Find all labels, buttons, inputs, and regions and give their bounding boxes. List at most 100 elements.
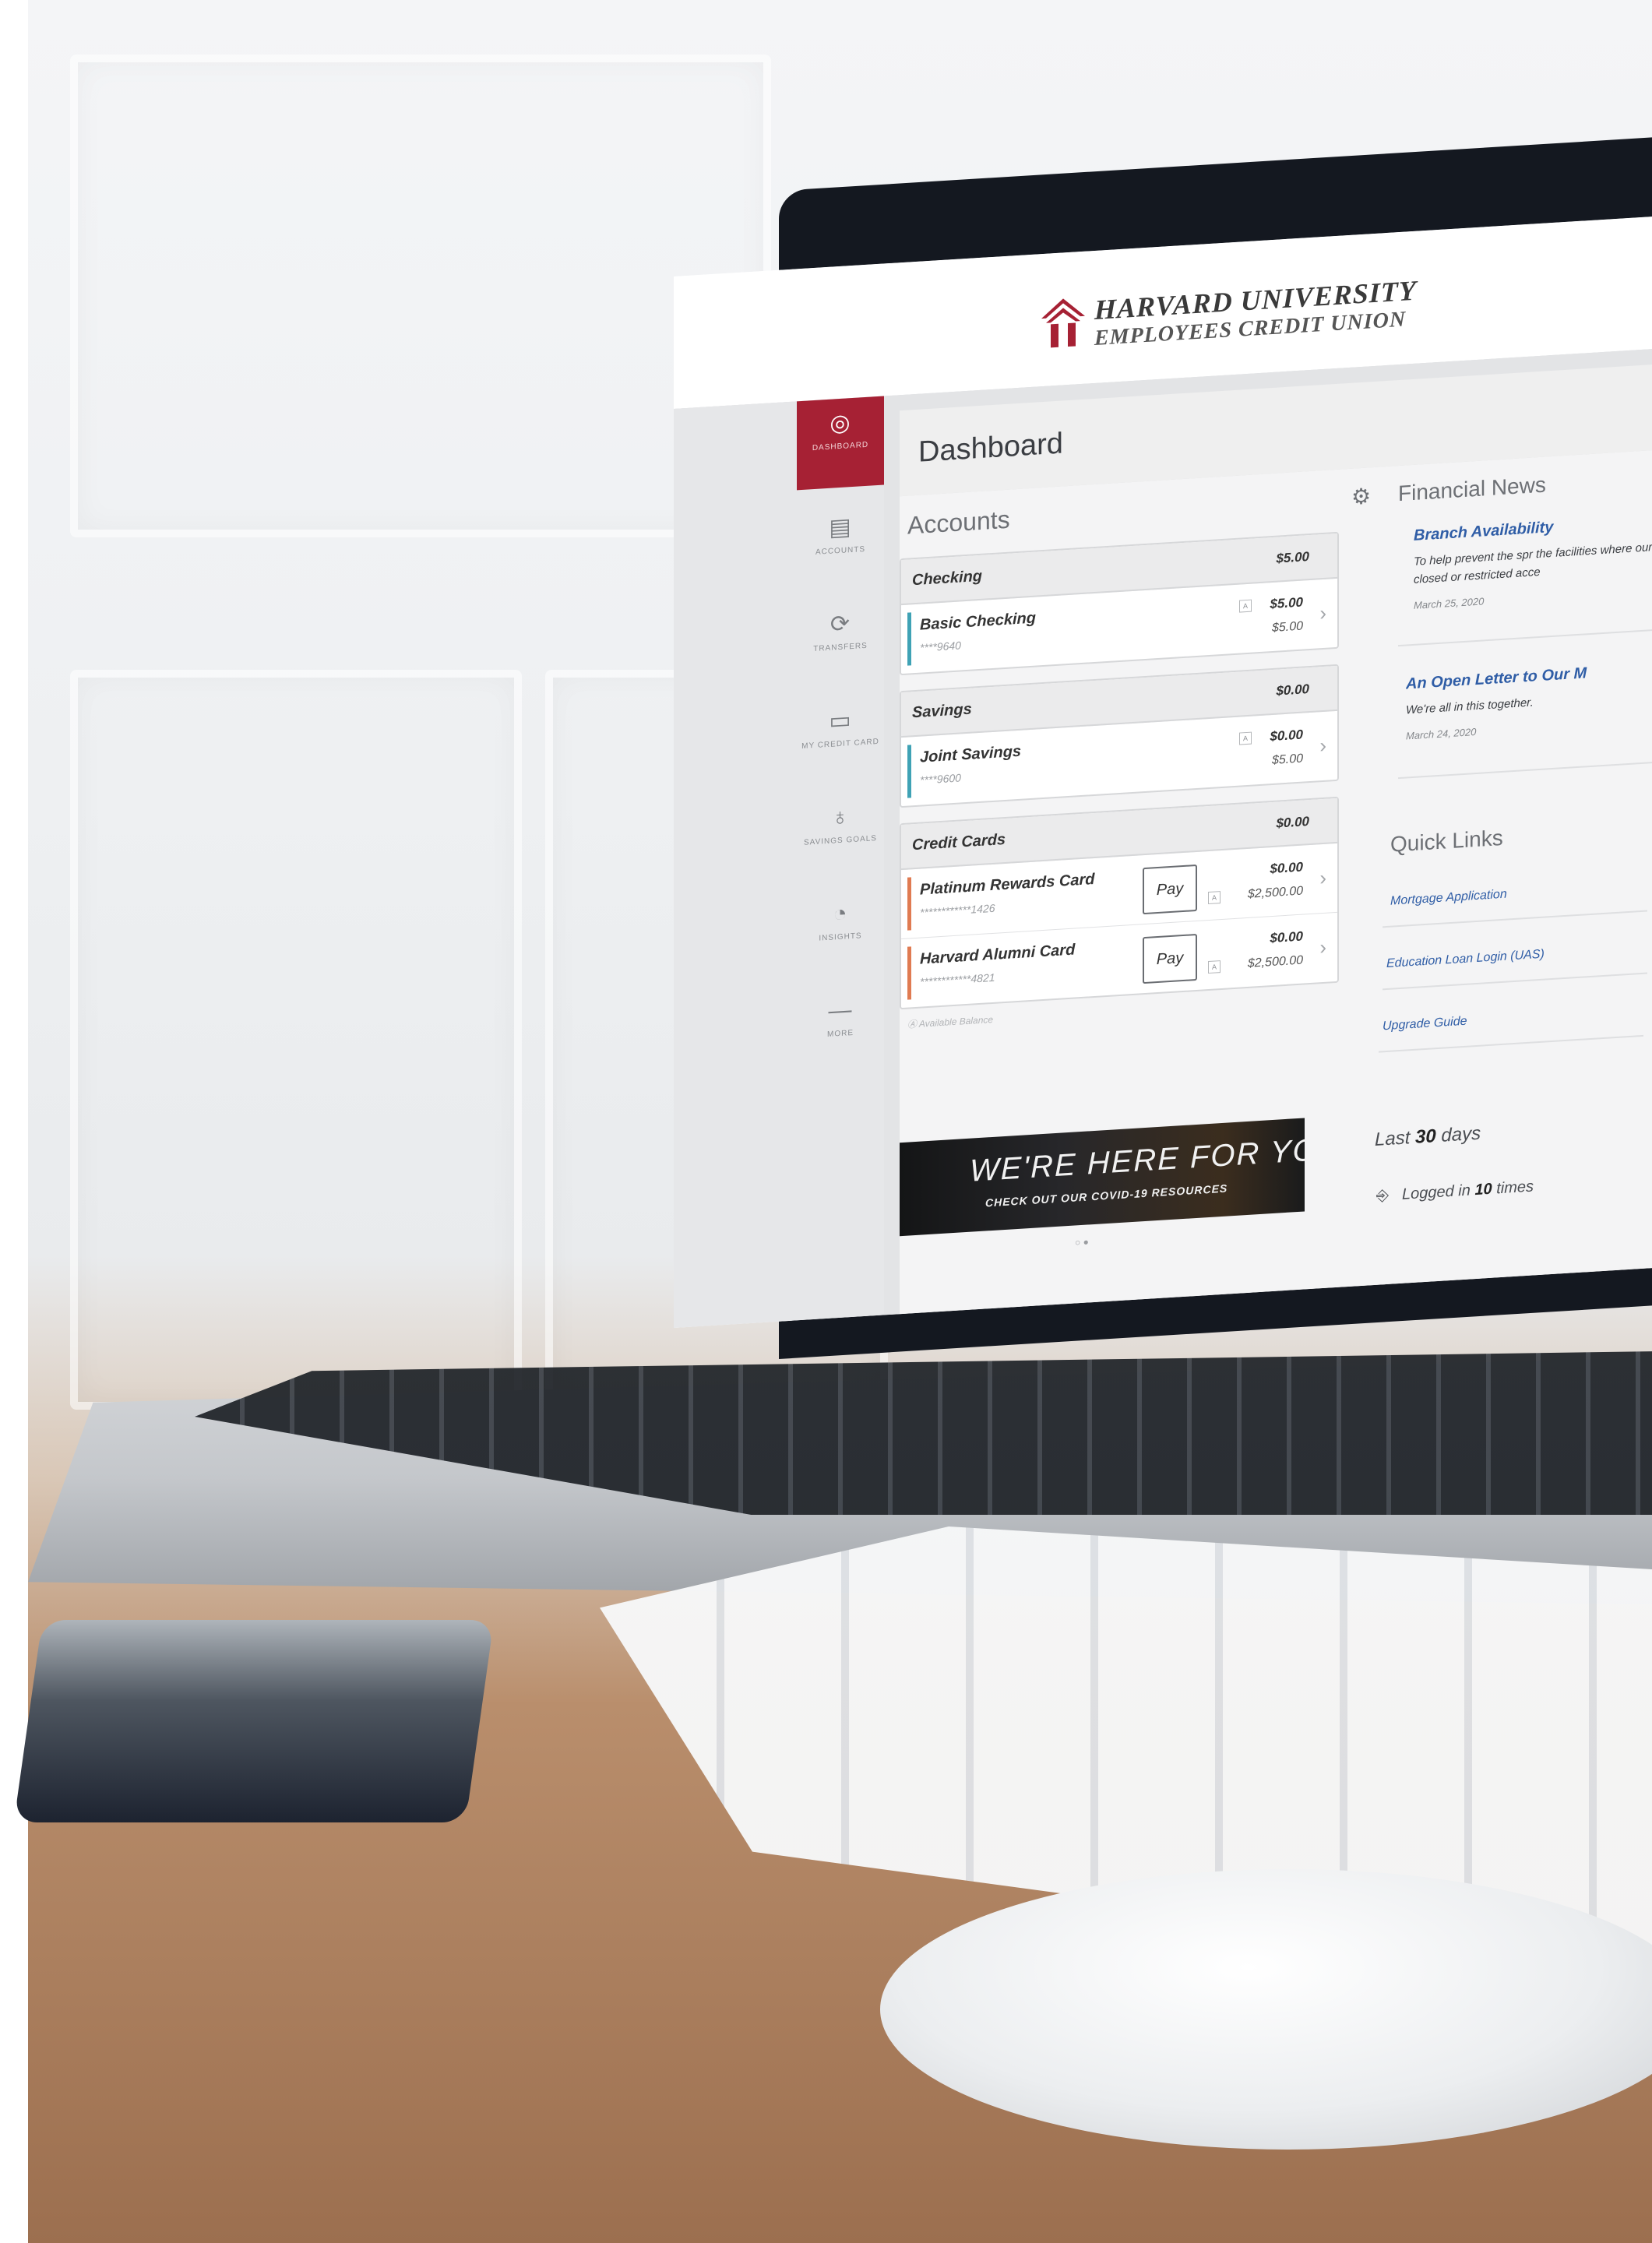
sidebar-item-more[interactable]: — MORE	[797, 994, 884, 1041]
account-name: Joint Savings	[920, 742, 1022, 766]
chevron-right-icon: ›	[1319, 733, 1326, 758]
login-count: 10	[1474, 1180, 1492, 1199]
account-name: Harvard Alumni Card	[920, 941, 1076, 968]
sidebar-item-accounts[interactable]: ▤ ACCOUNTS	[797, 511, 884, 558]
account-color-bar	[907, 877, 911, 931]
sidebar-item-label: ACCOUNTS	[815, 544, 866, 557]
sidebar-item-dashboard[interactable]: ◎ DASHBOARD	[797, 396, 884, 491]
sidebar-item-transfers[interactable]: ⟳ TRANSFERS	[797, 607, 884, 654]
group-name: Credit Cards	[912, 830, 1006, 854]
divider	[1398, 761, 1652, 780]
account-group-credit-cards: Credit Cards $0.00 Platinum Rewards Card…	[900, 796, 1339, 1010]
account-group-checking: Checking $5.00 Basic Checking ****9640 A…	[900, 531, 1339, 676]
activity-suffix: days	[1441, 1122, 1481, 1146]
account-balance: $0.00	[1270, 727, 1303, 745]
quick-links-heading: Quick Links	[1390, 825, 1503, 857]
login-count-line: Logged in 10 times	[1402, 1178, 1534, 1203]
available-balance-icon: A	[1239, 731, 1252, 745]
account-available-balance: $2,500.00	[1247, 953, 1303, 970]
news-body: To help prevent the spr the facilities w…	[1414, 541, 1652, 586]
more-icon: —	[828, 996, 853, 1024]
account-available-balance: $5.00	[1271, 752, 1303, 768]
divider	[1398, 629, 1652, 647]
carousel-dots[interactable]: ○ ●	[1075, 1236, 1089, 1248]
sidebar-item-label: SAVINGS GOALS	[804, 834, 877, 847]
account-number: ****9600	[920, 771, 961, 787]
main-content: Dashboard Accounts ⚙ Checking $5.00 Basi…	[900, 360, 1652, 1315]
insights-icon: ◔	[833, 900, 848, 928]
account-color-bar	[907, 946, 911, 1000]
quick-link-upgrade-guide[interactable]: Upgrade Guide	[1383, 1015, 1467, 1034]
account-number: ************4821	[920, 970, 995, 988]
house-logo-icon	[1041, 298, 1085, 348]
login-suffix: times	[1496, 1178, 1534, 1198]
laptop-screen: HARVARD UNIVERSITY EMPLOYEES CREDIT UNIO…	[674, 212, 1652, 1329]
quick-link-mortgage[interactable]: Mortgage Application	[1390, 888, 1507, 909]
news-date: March 25, 2020	[1414, 595, 1485, 611]
news-heading: Financial News	[1398, 472, 1546, 506]
account-balance: $0.00	[1270, 928, 1303, 946]
activity-days: 30	[1415, 1125, 1436, 1148]
dashboard-icon: ◎	[830, 410, 851, 437]
group-total: $0.00	[1276, 681, 1309, 699]
promo-banner[interactable]: WE'RE HERE FOR YOU. CHECK OUT OUR COVID-…	[900, 1118, 1305, 1237]
sidebar-item-label: TRANSFERS	[813, 641, 868, 654]
transfers-icon: ⟳	[830, 611, 851, 638]
sidebar-item-savings-goals[interactable]: ♁ SAVINGS GOALS	[797, 801, 884, 847]
divider	[1383, 910, 1647, 928]
sidebar-item-label: MORE	[827, 1028, 854, 1039]
divider	[1379, 1034, 1643, 1053]
account-number: ****9640	[920, 639, 961, 654]
sidebar: ◎ DASHBOARD ▤ ACCOUNTS ⟳ TRANSFERS ▭ MY …	[674, 396, 884, 1328]
legend-label: Available Balance	[918, 1013, 994, 1030]
wall-panel	[70, 670, 522, 1410]
account-color-bar	[907, 745, 911, 798]
account-name: Basic Checking	[920, 609, 1036, 634]
mouse	[880, 1869, 1652, 2150]
wall-panel	[70, 55, 771, 537]
login-prefix: Logged in	[1402, 1181, 1471, 1203]
banner-title: WE'RE HERE FOR YOU.	[970, 1130, 1305, 1188]
chevron-right-icon: ›	[1319, 865, 1326, 890]
available-balance-icon: A	[1208, 891, 1221, 905]
news-item[interactable]: An Open Letter to Our M We're all in thi…	[1406, 660, 1652, 742]
group-name: Savings	[912, 700, 972, 722]
savings-goals-icon: ♁	[831, 804, 850, 831]
account-available-balance: $5.00	[1271, 619, 1303, 636]
gear-icon[interactable]: ⚙	[1351, 483, 1371, 510]
group-total: $5.00	[1276, 549, 1309, 566]
sidebar-item-label: INSIGHTS	[819, 931, 862, 943]
sidebar-item-label: DASHBOARD	[812, 440, 869, 453]
account-balance: $5.00	[1270, 594, 1303, 612]
group-total: $0.00	[1276, 814, 1309, 831]
account-name: Platinum Rewards Card	[920, 870, 1095, 899]
app-body: ◎ DASHBOARD ▤ ACCOUNTS ⟳ TRANSFERS ▭ MY …	[674, 344, 1652, 1329]
dashboard-content: Accounts ⚙ Checking $5.00 Basic Checking…	[900, 445, 1652, 1315]
sidebar-item-label: MY CREDIT CARD	[801, 737, 879, 751]
pay-button[interactable]: Pay	[1143, 864, 1197, 915]
group-name: Checking	[912, 567, 983, 590]
page-title: Dashboard	[918, 427, 1063, 469]
photo-scene: HARVARD UNIVERSITY EMPLOYEES CREDIT UNIO…	[0, 0, 1652, 2243]
account-available-balance: $2,500.00	[1247, 884, 1303, 901]
image-border	[0, 0, 28, 2243]
smartphone	[13, 1620, 495, 1822]
account-balance: $0.00	[1270, 859, 1303, 877]
available-balance-legend: Ⓐ Available Balance	[907, 1012, 993, 1031]
sidebar-item-my-credit-card[interactable]: ▭ MY CREDIT CARD	[797, 704, 884, 751]
chevron-right-icon: ›	[1319, 935, 1326, 960]
activity-period: Last 30 days	[1375, 1123, 1481, 1151]
sidebar-item-insights[interactable]: ◔ INSIGHTS	[797, 897, 884, 944]
news-date: March 24, 2020	[1406, 725, 1477, 742]
chevron-right-icon: ›	[1319, 600, 1326, 625]
divider	[1383, 972, 1647, 991]
news-item[interactable]: Branch Availability To help prevent the …	[1414, 512, 1652, 611]
account-group-savings: Savings $0.00 Joint Savings ****9600 A $…	[900, 664, 1339, 808]
credit-card-icon: ▭	[829, 707, 852, 734]
quick-link-education-loan[interactable]: Education Loan Login (UAS)	[1386, 948, 1545, 971]
activity-prefix: Last	[1375, 1127, 1411, 1150]
pay-button[interactable]: Pay	[1143, 933, 1197, 984]
account-number: ************1426	[920, 901, 995, 919]
available-balance-icon: A	[1239, 599, 1252, 613]
available-balance-icon: Ⓐ	[907, 1018, 919, 1030]
